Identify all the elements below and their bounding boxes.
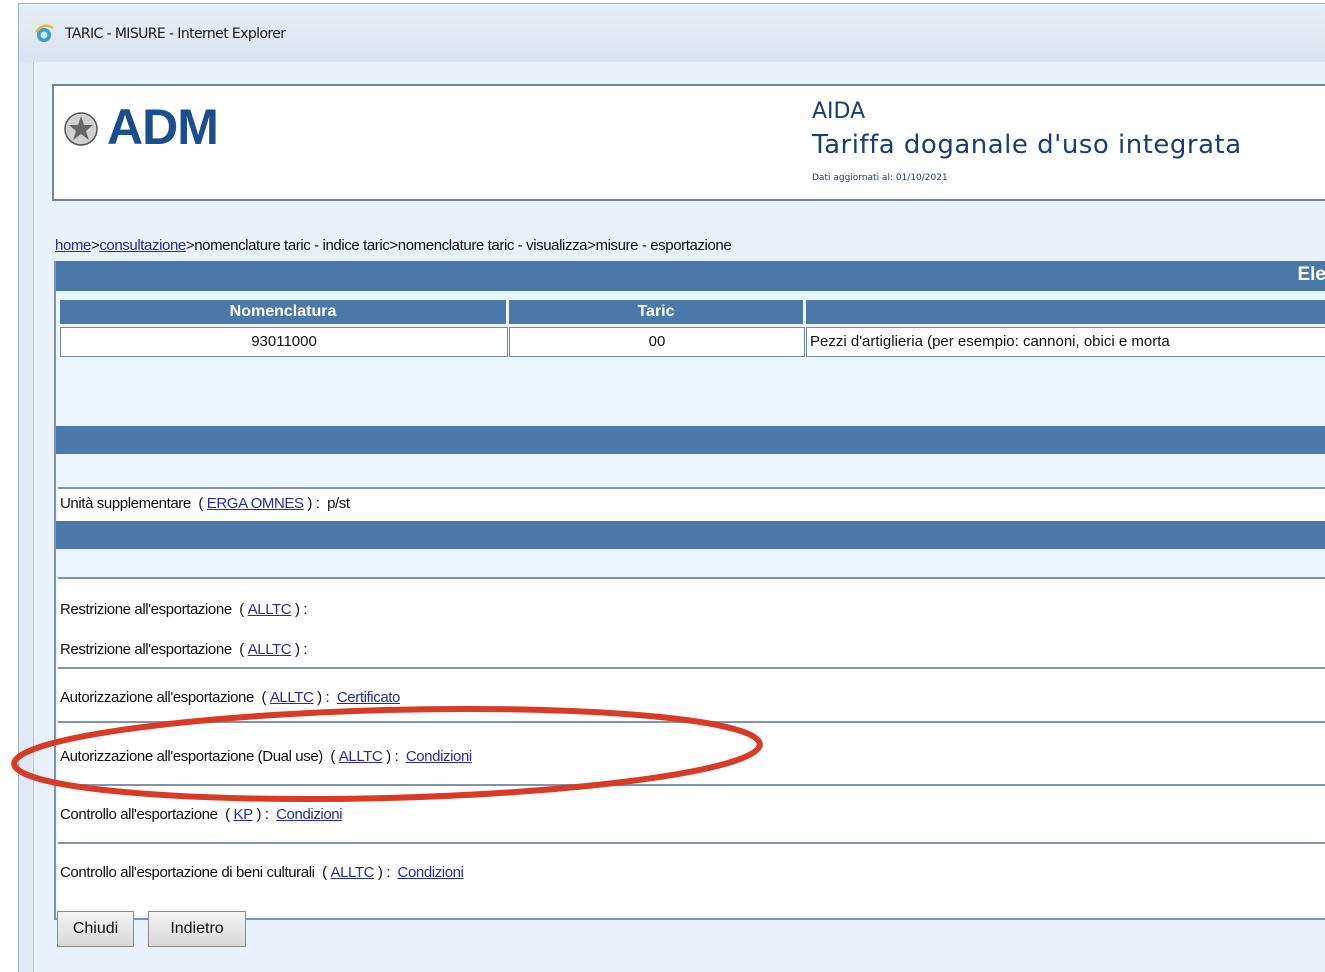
measure-row-dual-use: Autorizzazione all'esportazione (Dual us… [58, 724, 1325, 786]
measure-geo-link[interactable]: ALLTC [248, 641, 292, 658]
measure-row: Restrizione all'esportazione ( ALLTC ) : [58, 635, 1325, 669]
measure-label: Autorizzazione all'esportazione (Dual us… [60, 748, 323, 765]
measure-geo-link[interactable]: KP [233, 806, 253, 823]
taric-code: 00 [509, 327, 805, 357]
header-nomenclatura: Nomenclatura [60, 300, 506, 324]
measure-row: Controllo all'esportazione di beni cultu… [58, 844, 1325, 916]
update-date: Dati aggiornati al: 01/10/2021 [812, 173, 948, 183]
measures-panel: Ele Nomenclatura Taric 93011000 00 Pezzi… [54, 261, 1325, 920]
supplementary-unit-row: Unità supplementare ( ERGA OMNES ) : p/s… [58, 487, 1325, 523]
measure-label: Restrizione all'esportazione [60, 601, 232, 618]
measure-label: Controllo all'esportazione [60, 806, 218, 823]
title-bar: TARIC - MISURE - Internet Explorer [19, 4, 1325, 62]
adm-logo: ADM [107, 99, 219, 155]
condizioni-link[interactable]: Condizioni [406, 748, 472, 765]
measure-row: Controllo all'esportazione ( KP ) : Cond… [58, 786, 1325, 844]
measure-label: Restrizione all'esportazione [60, 641, 232, 658]
measure-label: Autorizzazione all'esportazione [60, 689, 254, 706]
supplementary-value: p/st [327, 495, 350, 512]
nomenclature-table: Nomenclatura Taric 93011000 00 Pezzi d'a… [60, 300, 1325, 357]
window-title: TARIC - MISURE - Internet Explorer [65, 26, 286, 42]
measure-row: Restrizione all'esportazione ( ALLTC ) : [58, 577, 1325, 637]
divider-bar-1 [56, 426, 1325, 454]
supplementary-open: ( [198, 495, 203, 512]
italy-emblem-icon [64, 112, 98, 146]
breadcrumb-home-link[interactable]: home [55, 237, 91, 254]
measure-row: Autorizzazione all'esportazione ( ALLTC … [58, 669, 1325, 723]
nomenclature-code: 93011000 [60, 327, 508, 357]
close-button[interactable]: Chiudi [57, 911, 134, 947]
measure-geo-link[interactable]: ALLTC [248, 601, 292, 618]
certificato-link[interactable]: Certificato [337, 689, 401, 706]
internet-explorer-icon [35, 24, 54, 42]
nomenclature-description: Pezzi d'artiglieria (per esempio: cannon… [806, 327, 1325, 357]
breadcrumb-consultazione-link[interactable]: consultazione [99, 237, 186, 254]
measure-geo-link[interactable]: ALLTC [270, 689, 314, 706]
breadcrumb-rest: >nomenclature taric - indice taric>nomen… [185, 237, 732, 254]
app-name: AIDA [812, 99, 866, 124]
condizioni-link[interactable]: Condizioni [276, 806, 342, 823]
section-title-bar: Ele [56, 261, 1325, 291]
divider-bar-2 [56, 521, 1325, 549]
measure-geo-link[interactable]: ALLTC [331, 864, 375, 881]
breadcrumb: home>consultazione>nomenclature taric - … [55, 237, 732, 254]
page-content: ADM AIDA Tariffa doganale d'uso integrat… [33, 62, 1325, 972]
section-title: Ele [1297, 264, 1325, 285]
app-subtitle: Tariffa doganale d'uso integrata [812, 130, 1242, 160]
supplementary-label: Unità supplementare [60, 495, 191, 512]
measure-label: Controllo all'esportazione di beni cultu… [60, 864, 315, 881]
measure-geo-link[interactable]: ALLTC [339, 748, 383, 765]
header-taric: Taric [509, 300, 803, 324]
site-header: ADM AIDA Tariffa doganale d'uso integrat… [52, 84, 1325, 201]
header-description [806, 300, 1325, 324]
back-button[interactable]: Indietro [148, 911, 246, 947]
erga-omnes-link[interactable]: ERGA OMNES [207, 495, 304, 512]
browser-window: TARIC - MISURE - Internet Explorer ADM A… [18, 3, 1325, 972]
supplementary-close: ) : [307, 495, 320, 512]
condizioni-link[interactable]: Condizioni [398, 864, 464, 881]
